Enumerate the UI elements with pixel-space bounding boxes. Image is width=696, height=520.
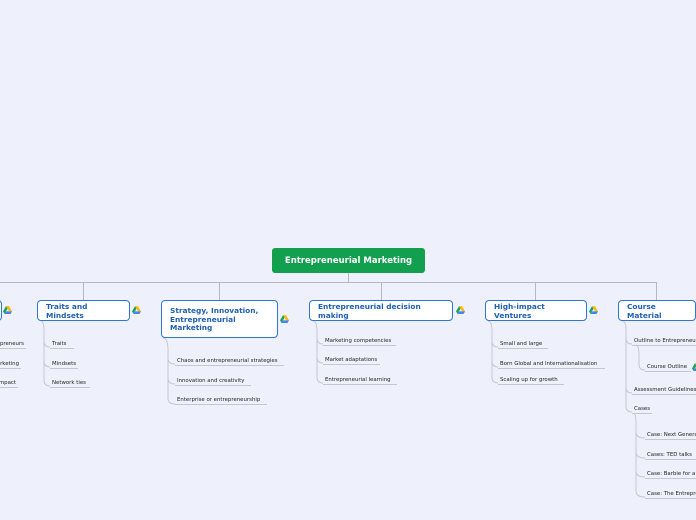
child-mindsets[interactable]: Mindsets bbox=[50, 359, 78, 369]
google-drive-icon[interactable] bbox=[589, 306, 598, 314]
child-market-adaptations[interactable]: Market adaptations bbox=[323, 355, 380, 365]
child-impact[interactable]: Impact bbox=[0, 378, 18, 388]
connector-root bbox=[0, 273, 657, 283]
topic-course-material[interactable]: Course Material bbox=[618, 300, 696, 321]
mind-map-canvas: Entrepreneurial Marketing Entrepreneurs … bbox=[0, 0, 696, 520]
child-case-next-generation[interactable]: Case: Next Generation bbox=[645, 430, 696, 440]
child-marketing-competencies[interactable]: Marketing competencies bbox=[323, 336, 396, 346]
child-cases-ted-talks[interactable]: Cases: TED talks bbox=[645, 450, 696, 460]
child-scaling-up[interactable]: Scaling up for growth bbox=[498, 375, 564, 385]
google-drive-icon[interactable] bbox=[3, 306, 12, 314]
topic-strategy-innovation[interactable]: Strategy, Innovation, Entrepreneurial Ma… bbox=[161, 300, 278, 338]
connector-strategy-children bbox=[162, 337, 176, 405]
connector-cases-children bbox=[633, 413, 646, 498]
connector-course-children bbox=[621, 320, 633, 413]
connector-decision-children bbox=[312, 320, 324, 384]
topic-high-impact-ventures[interactable]: High-impact Ventures bbox=[485, 300, 587, 321]
child-course-outline[interactable]: Course Outline bbox=[645, 362, 691, 372]
google-drive-icon[interactable] bbox=[280, 315, 289, 323]
root-topic[interactable]: Entrepreneurial Marketing bbox=[272, 248, 425, 273]
topic-traits-and-mindsets[interactable]: Traits and Mindsets bbox=[37, 300, 130, 321]
child-network-ties[interactable]: Network ties bbox=[50, 378, 90, 388]
child-chaos-strategies[interactable]: Chaos and entrepreneurial strategies bbox=[175, 356, 284, 366]
topic-decision-making[interactable]: Entrepreneurial decision making bbox=[309, 300, 453, 321]
connector-outline-children bbox=[635, 344, 646, 371]
child-assessment-guidelines[interactable]: Assessment Guidelines bbox=[632, 385, 696, 395]
google-drive-icon[interactable] bbox=[132, 306, 141, 314]
child-entrepreneurial-learning[interactable]: Entrepreneurial learning bbox=[323, 375, 397, 385]
connector-highimpact-children bbox=[487, 320, 499, 384]
child-innovation-creativity[interactable]: Innovation and creativity bbox=[175, 376, 251, 386]
child-cases[interactable]: Cases bbox=[632, 404, 652, 414]
child-enterprise-entrepreneurship[interactable]: Enterprise or entrepreneurship bbox=[175, 395, 267, 405]
connector-traits-children bbox=[40, 320, 51, 387]
child-traits[interactable]: Traits bbox=[50, 339, 74, 349]
child-marketing[interactable]: Marketing bbox=[0, 359, 21, 369]
child-small-and-large[interactable]: Small and large bbox=[498, 339, 548, 349]
child-entrepreneurs[interactable]: Entrepreneurs bbox=[0, 339, 26, 349]
google-drive-icon[interactable] bbox=[692, 363, 696, 371]
child-born-global[interactable]: Born Global and Internationalisation bbox=[498, 359, 605, 369]
child-case-entrepreneur[interactable]: Case: The Entrepreneur bbox=[645, 489, 696, 499]
child-outline[interactable]: Outline to Entrepreneurial Marketing bbox=[632, 336, 696, 346]
topic-branch-offscreen[interactable] bbox=[0, 300, 2, 321]
google-drive-icon[interactable] bbox=[456, 306, 465, 314]
child-case-barbie[interactable]: Case: Barbie for a day bbox=[645, 469, 696, 479]
